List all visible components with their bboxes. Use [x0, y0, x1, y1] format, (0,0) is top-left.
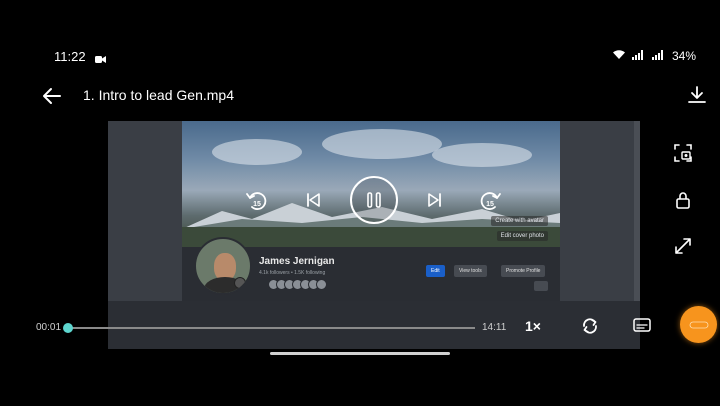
fullscreen-icon — [675, 238, 691, 254]
friend-avatars — [268, 279, 327, 290]
profile-name: James Jernigan — [259, 256, 335, 267]
rewind-label: 15 — [253, 201, 261, 208]
previous-button[interactable] — [301, 188, 325, 212]
video-right-panel — [560, 121, 640, 301]
video-title: 1. Intro to lead Gen.mp4 — [83, 87, 234, 103]
subtitles-icon — [633, 318, 651, 332]
subtitles-button[interactable] — [633, 317, 651, 333]
edit-profile-button: Edit — [426, 265, 445, 277]
wifi-icon — [612, 49, 626, 63]
rewind-15-button[interactable]: 15 — [244, 188, 270, 214]
lock-button[interactable] — [672, 189, 696, 213]
home-indicator[interactable] — [270, 352, 450, 355]
skip-next-icon — [428, 193, 441, 207]
screenshot-icon — [674, 144, 692, 162]
forward-15-button[interactable]: 15 — [477, 188, 503, 214]
seek-bar[interactable] — [68, 327, 475, 329]
fullscreen-button[interactable] — [672, 235, 696, 259]
record-indicator-icon — [689, 321, 708, 328]
fast-forward-icon: 15 — [480, 192, 501, 210]
avatar — [194, 237, 252, 295]
floating-action-button[interactable] — [680, 306, 717, 343]
download-button[interactable] — [686, 84, 710, 108]
profile-followers: 4.1k followers • 1.5K following — [259, 270, 326, 276]
lock-icon — [676, 192, 690, 209]
back-button[interactable] — [40, 84, 68, 108]
battery-percent: 34% — [671, 49, 696, 63]
screen-record-icon — [95, 51, 106, 69]
more-options-button — [534, 281, 548, 291]
video-left-panel — [108, 121, 182, 301]
pause-icon — [350, 176, 398, 224]
view-tools-button: View tools — [454, 265, 487, 277]
promote-profile-button: Promote Profile — [501, 265, 546, 277]
create-with-avatar-button: Create with avatar — [491, 216, 548, 226]
forward-label: 15 — [486, 201, 494, 208]
loop-icon — [583, 318, 597, 334]
arrow-left-icon — [43, 88, 61, 104]
playback-speed-button[interactable]: 1× — [525, 318, 541, 334]
loop-button[interactable] — [579, 315, 601, 337]
playback-progress: 00:01 14:11 — [0, 314, 720, 338]
rewind-icon: 15 — [246, 192, 267, 210]
signal-icon — [651, 49, 666, 63]
current-time: 00:01 — [36, 322, 62, 333]
status-bar: 11:22 34% — [0, 42, 720, 70]
screenshot-button[interactable] — [672, 142, 696, 166]
camera-icon — [234, 277, 246, 289]
player-header: 1. Intro to lead Gen.mp4 — [0, 78, 720, 114]
download-icon — [688, 86, 706, 103]
seek-handle[interactable] — [63, 323, 74, 333]
edit-cover-photo-button: Edit cover photo — [496, 231, 548, 241]
skip-previous-icon — [307, 193, 320, 207]
next-button[interactable] — [423, 188, 447, 212]
total-time: 14:11 — [482, 322, 507, 333]
status-right: 34% — [612, 49, 696, 63]
signal-icon — [631, 49, 646, 63]
pause-button[interactable] — [349, 175, 399, 225]
status-time: 11:22 — [54, 49, 86, 64]
